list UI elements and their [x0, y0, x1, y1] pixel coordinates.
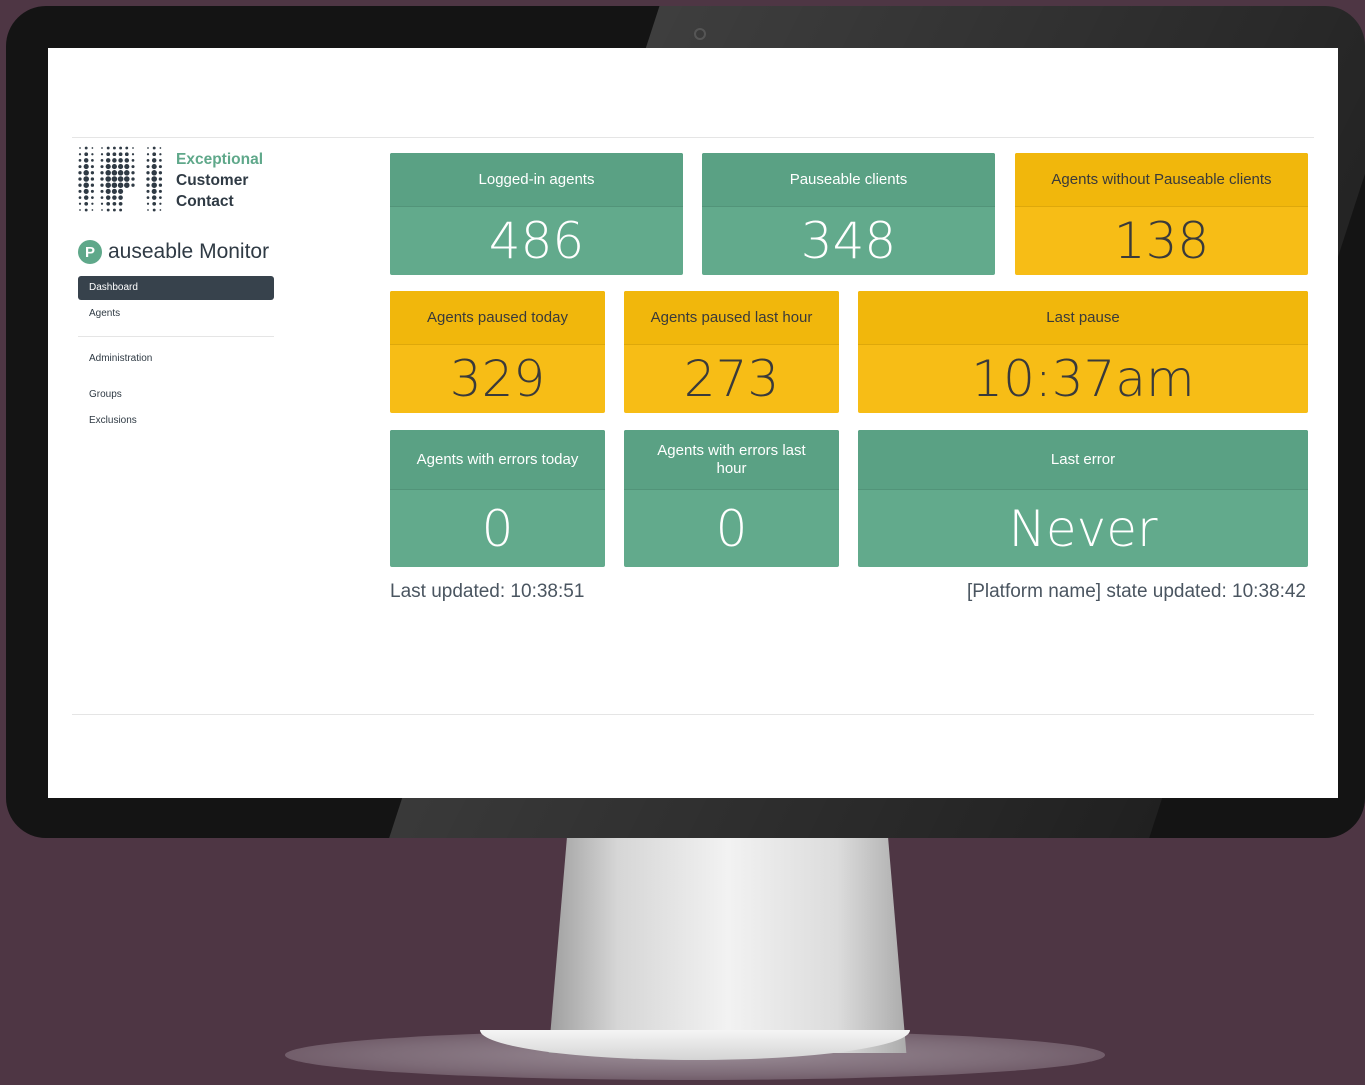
platform-updated-text: [Platform name] state updated: 10:38:42 [966, 581, 1306, 602]
tile-agents-without-clients: Agents without Pauseable clients 138 [1015, 153, 1308, 275]
tile-agents-errors-today: Agents with errors today 0 [390, 430, 605, 567]
monitor-stand [548, 838, 907, 1053]
monitor-screen: Exceptional Customer Contact P auseable … [48, 48, 1338, 798]
sidebar-item-groups[interactable]: Groups [78, 383, 274, 407]
tile-last-error: Last error Never [858, 430, 1308, 567]
brand-text: Exceptional Customer Contact [176, 149, 263, 212]
tile-value: 0 [481, 499, 514, 558]
tile-value: 273 [683, 350, 780, 408]
brand-line-2: Customer [176, 171, 249, 189]
tile-logged-in-agents: Logged-in agents 486 [390, 153, 683, 275]
sidebar-item-agents[interactable]: Agents [78, 302, 274, 326]
nav-section-administration: Administration [89, 353, 153, 364]
tile-agents-errors-last-hour: Agents with errors last hour 0 [624, 430, 839, 567]
tile-value: 138 [1113, 212, 1210, 270]
tile-value: 486 [488, 212, 585, 270]
tile-last-pause: Last pause 10:37am [858, 291, 1308, 413]
tile-value: 348 [800, 212, 897, 270]
tile-label: Pauseable clients [702, 153, 995, 207]
tile-pauseable-clients: Pauseable clients 348 [702, 153, 995, 275]
tile-value: 0 [715, 499, 748, 558]
nav-divider [78, 336, 274, 337]
tile-value: 329 [449, 350, 546, 408]
tile-label: Agents without Pauseable clients [1015, 153, 1308, 207]
tile-label: Agents paused last hour [624, 291, 839, 345]
brand-line-1: Exceptional [176, 150, 263, 168]
tile-label: Agents with errors today [390, 430, 605, 490]
app-title: P auseable Monitor [78, 240, 278, 264]
sidebar-nav: Dashboard Agents Administration Groups E… [78, 276, 278, 433]
footer-divider [72, 714, 1314, 715]
tile-label: Agents paused today [390, 291, 605, 345]
tile-label: Last error [858, 430, 1308, 490]
tile-label: Last pause [858, 291, 1308, 345]
brand-line-3: Contact [176, 192, 234, 210]
header-divider [72, 137, 1314, 138]
sidebar-item-dashboard[interactable]: Dashboard [78, 276, 274, 300]
pauseable-logo-icon: P [78, 240, 102, 264]
tile-value: 10:37am [971, 350, 1195, 408]
camera-icon [694, 28, 706, 40]
tile-label: Logged-in agents [390, 153, 683, 207]
ipi-logo-icon [78, 146, 163, 212]
tile-agents-paused-last-hour: Agents paused last hour 273 [624, 291, 839, 413]
sidebar-item-exclusions[interactable]: Exclusions [78, 409, 274, 433]
company-brand: Exceptional Customer Contact [78, 144, 278, 216]
tile-label: Agents with errors last hour [624, 430, 839, 490]
sidebar: Exceptional Customer Contact P auseable … [78, 144, 278, 433]
last-updated-text: Last updated: 10:38:51 [390, 581, 585, 602]
tile-value: Never [1008, 499, 1158, 558]
app-title-text: auseable Monitor [108, 240, 270, 263]
tile-agents-paused-today: Agents paused today 329 [390, 291, 605, 413]
